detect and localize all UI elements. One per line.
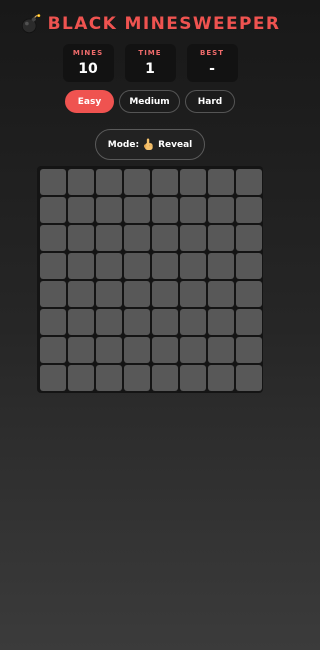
mode-toggle-button[interactable]: Mode: Reveal — [95, 129, 205, 160]
board-cell[interactable] — [236, 337, 262, 363]
board-cell[interactable] — [180, 225, 206, 251]
board-cell[interactable] — [40, 253, 66, 279]
board-cell[interactable] — [152, 225, 178, 251]
board-cell[interactable] — [68, 337, 94, 363]
board-cell[interactable] — [68, 225, 94, 251]
app-title: BLACK MINESWEEPER — [47, 14, 281, 34]
board-cell[interactable] — [208, 197, 234, 223]
board-cell[interactable] — [152, 281, 178, 307]
board-cell[interactable] — [180, 197, 206, 223]
app-header: BLACK MINESWEEPER — [0, 11, 300, 37]
time-value: 1 — [145, 60, 155, 77]
board-cell[interactable] — [208, 169, 234, 195]
board-cell[interactable] — [68, 253, 94, 279]
board-cell[interactable] — [96, 281, 122, 307]
mines-label: MINES — [72, 48, 104, 57]
board-cell[interactable] — [180, 253, 206, 279]
board-cell[interactable] — [208, 365, 234, 391]
board-cell[interactable] — [124, 309, 150, 335]
stats-bar: MINES 10 TIME 1 BEST - — [0, 44, 300, 82]
board-cell[interactable] — [68, 197, 94, 223]
board-cell[interactable] — [96, 225, 122, 251]
board-cell[interactable] — [152, 169, 178, 195]
board-cell[interactable] — [68, 365, 94, 391]
difficulty-selector: Easy Medium Hard — [0, 90, 300, 113]
difficulty-hard-button[interactable]: Hard — [185, 90, 235, 113]
board-cell[interactable] — [180, 309, 206, 335]
board-cell[interactable] — [208, 309, 234, 335]
board-cell[interactable] — [236, 253, 262, 279]
board-cell[interactable] — [208, 337, 234, 363]
board-cell[interactable] — [236, 309, 262, 335]
board-cell[interactable] — [236, 169, 262, 195]
board-cell[interactable] — [96, 309, 122, 335]
board-cell[interactable] — [152, 365, 178, 391]
board-cell[interactable] — [180, 281, 206, 307]
board-cell[interactable] — [236, 197, 262, 223]
board-cell[interactable] — [124, 281, 150, 307]
board-cell[interactable] — [96, 197, 122, 223]
board-cell[interactable] — [68, 281, 94, 307]
board-cell[interactable] — [152, 337, 178, 363]
time-label: TIME — [138, 48, 162, 57]
board-cell[interactable] — [152, 253, 178, 279]
pointing-hand-icon — [144, 138, 153, 150]
best-value: - — [209, 60, 215, 77]
board-cell[interactable] — [124, 337, 150, 363]
mode-label: Mode: — [107, 139, 140, 150]
board-cell[interactable] — [40, 169, 66, 195]
board-cell[interactable] — [180, 169, 206, 195]
board-cell[interactable] — [236, 281, 262, 307]
board-cell[interactable] — [152, 309, 178, 335]
board-cell[interactable] — [40, 281, 66, 307]
board-cell[interactable] — [236, 365, 262, 391]
board-cell[interactable] — [40, 309, 66, 335]
board-cell[interactable] — [124, 253, 150, 279]
board-cell[interactable] — [180, 365, 206, 391]
board-cell[interactable] — [96, 365, 122, 391]
board-cell[interactable] — [40, 337, 66, 363]
board-cell[interactable] — [208, 253, 234, 279]
board-cell[interactable] — [124, 365, 150, 391]
board-cell[interactable] — [124, 225, 150, 251]
mines-value: 10 — [78, 60, 98, 77]
board-cell[interactable] — [40, 225, 66, 251]
bomb-icon — [21, 14, 40, 34]
board-cell[interactable] — [236, 225, 262, 251]
board-cell[interactable] — [180, 337, 206, 363]
board-cell[interactable] — [152, 197, 178, 223]
board-cell[interactable] — [40, 197, 66, 223]
board-cell[interactable] — [124, 169, 150, 195]
difficulty-medium-button[interactable]: Medium — [119, 90, 180, 113]
board-cell[interactable] — [96, 253, 122, 279]
time-counter: TIME 1 — [124, 44, 176, 82]
mines-counter: MINES 10 — [62, 44, 114, 82]
board-cell[interactable] — [96, 169, 122, 195]
difficulty-easy-button[interactable]: Easy — [65, 90, 114, 113]
board-cell[interactable] — [124, 197, 150, 223]
best-label: BEST — [200, 48, 224, 57]
board-cell[interactable] — [40, 365, 66, 391]
board-cell[interactable] — [96, 337, 122, 363]
best-counter: BEST - — [186, 44, 238, 82]
mode-value: Reveal — [158, 139, 193, 150]
game-board — [37, 166, 263, 393]
board-cell[interactable] — [208, 225, 234, 251]
board-cell[interactable] — [68, 309, 94, 335]
board-cell[interactable] — [208, 281, 234, 307]
board-cell[interactable] — [68, 169, 94, 195]
